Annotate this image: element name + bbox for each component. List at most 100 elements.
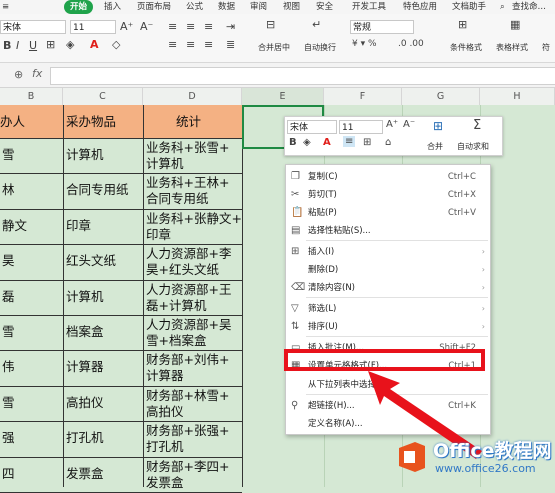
number-format-select[interactable]: 常规 xyxy=(350,20,414,34)
cell-stat-line1[interactable]: 人力资源部+李 xyxy=(146,246,242,262)
cell-handler[interactable]: 磊 xyxy=(2,289,60,305)
header-cell-item[interactable]: 采办物品 xyxy=(66,114,142,130)
tab-doc-assistant[interactable]: 文档助手 xyxy=(452,0,486,14)
tab-data[interactable]: 数据 xyxy=(218,0,235,14)
cell-item[interactable]: 合同专用纸 xyxy=(66,182,142,198)
cell-item[interactable]: 计算机 xyxy=(66,147,142,163)
column-header-d[interactable]: D xyxy=(143,88,242,105)
context-menu-item[interactable]: ⌫ 清除内容(N) › xyxy=(286,279,490,297)
tab-developer[interactable]: 开发工具 xyxy=(352,0,386,14)
fill-color-icon[interactable]: ◈ xyxy=(66,38,74,51)
context-menu-item[interactable]: ⊞ 插入(I) › xyxy=(286,243,490,261)
italic-icon[interactable]: I xyxy=(16,39,19,52)
cell-item[interactable]: 档案盒 xyxy=(66,324,142,340)
cell-handler[interactable]: 伟 xyxy=(2,359,60,375)
underline-icon[interactable]: U xyxy=(29,39,37,52)
tab-insert[interactable]: 插入 xyxy=(104,0,121,14)
search-command-label[interactable]: 查找命… xyxy=(512,0,546,14)
mini-font-name[interactable]: 宋体 xyxy=(287,120,337,134)
cell-stat-line2[interactable]: 昊+红头文纸 xyxy=(146,262,242,278)
indent-icon[interactable]: ⇥ xyxy=(226,20,235,33)
font-name-select[interactable]: 宋体 xyxy=(0,20,66,34)
cell-handler[interactable]: 雪 xyxy=(2,147,60,163)
table-style-icon[interactable]: ▦ xyxy=(510,18,520,31)
fx-label[interactable]: fx xyxy=(32,67,42,80)
cell-stat-line2[interactable]: 雪+档案盒 xyxy=(146,333,242,349)
header-cell-stat[interactable]: 统计 xyxy=(176,114,236,130)
mini-bold-icon[interactable]: B xyxy=(289,137,297,148)
tab-page-layout[interactable]: 页面布局 xyxy=(137,0,171,14)
cell-stat-line1[interactable]: 业务科+张雪+ xyxy=(146,140,242,156)
eraser-icon[interactable]: ◇ xyxy=(112,38,120,51)
merge-center-icon[interactable]: ⊟ xyxy=(266,18,275,31)
tab-special-apps[interactable]: 特色应用 xyxy=(403,0,437,14)
wrap-text-button[interactable]: 自动换行 xyxy=(304,42,336,53)
mini-grow-font-icon[interactable]: A⁺ xyxy=(386,119,398,130)
symbol-button[interactable]: 符 xyxy=(542,42,550,53)
wrap-text-icon[interactable]: ↵ xyxy=(312,18,321,31)
conditional-format-icon[interactable]: ⊞ xyxy=(458,18,467,31)
column-header-b[interactable]: B xyxy=(0,88,63,105)
cell-stat-line1[interactable]: 业务科+张静文+ xyxy=(146,211,242,227)
table-style-button[interactable]: 表格样式 xyxy=(496,42,528,53)
mini-font-color-icon[interactable]: A xyxy=(323,137,331,148)
column-header-c[interactable]: C xyxy=(63,88,143,105)
cell-handler[interactable]: 静文 xyxy=(2,218,60,234)
cell-stat-line1[interactable]: 财务部+张强+ xyxy=(146,423,242,439)
context-menu-item[interactable]: 📋 粘贴(P) Ctrl+V xyxy=(286,204,490,222)
mini-font-size[interactable]: 11 xyxy=(339,120,383,134)
shrink-font-icon[interactable]: A⁻ xyxy=(140,20,153,33)
header-cell-handler[interactable]: 办人 xyxy=(0,114,60,130)
tab-home[interactable]: 开始 xyxy=(64,0,94,14)
conditional-format-button[interactable]: 条件格式 xyxy=(450,42,482,53)
cell-stat-line2[interactable]: 印章 xyxy=(146,227,242,243)
column-header-f[interactable]: F xyxy=(324,88,402,105)
context-menu-item[interactable]: ❐ 复制(C) Ctrl+C xyxy=(286,168,490,186)
mini-merge-icon[interactable]: ⊞ xyxy=(433,119,443,133)
merge-center-button[interactable]: 合并居中 xyxy=(258,42,290,53)
mini-shrink-font-icon[interactable]: A⁻ xyxy=(403,119,415,130)
bold-icon[interactable]: B xyxy=(3,39,11,52)
context-menu-item[interactable]: ✂ 剪切(T) Ctrl+X xyxy=(286,186,490,204)
cell-handler[interactable]: 林 xyxy=(2,182,60,198)
autosum-icon[interactable]: Σ xyxy=(473,118,481,133)
mini-autosum-button[interactable]: 自动求和 xyxy=(457,141,489,152)
cell-item[interactable]: 红头文纸 xyxy=(66,253,142,269)
cell-handler[interactable]: 昊 xyxy=(2,253,60,269)
align-right-icon[interactable]: ≡ xyxy=(204,38,213,51)
align-bottom-icon[interactable]: ≡ xyxy=(204,20,213,33)
font-color-icon[interactable]: A xyxy=(90,38,99,51)
align-left-icon[interactable]: ≡ xyxy=(168,38,177,51)
tab-formulas[interactable]: 公式 xyxy=(186,0,203,14)
formula-input[interactable] xyxy=(50,67,555,85)
search-icon[interactable]: ⌕ xyxy=(500,0,505,14)
cell-stat-line1[interactable]: 财务部+李四+ xyxy=(146,459,242,475)
justify-icon[interactable]: ≣ xyxy=(226,38,235,51)
cell-stat-line1[interactable]: 人力资源部+吴 xyxy=(146,317,242,333)
grow-font-icon[interactable]: A⁺ xyxy=(120,20,133,33)
cell-item[interactable]: 打孔机 xyxy=(66,430,142,446)
column-header-h[interactable]: H xyxy=(480,88,555,105)
font-size-select[interactable]: 11 xyxy=(70,20,116,34)
cell-stat-line1[interactable]: 人力资源部+王 xyxy=(146,282,242,298)
cell-item[interactable]: 高拍仪 xyxy=(66,395,142,411)
zoom-icon[interactable]: ⊕ xyxy=(14,68,23,81)
cell-item[interactable]: 印章 xyxy=(66,218,142,234)
cell-stat-line2[interactable]: 磊+计算机 xyxy=(146,298,242,314)
mini-border-icon[interactable]: ⊞ xyxy=(363,137,371,148)
tab-security[interactable]: 安全 xyxy=(316,0,333,14)
cell-stat-line1[interactable]: 业务科+王林+ xyxy=(146,175,242,191)
cell-stat-line2[interactable]: 合同专用纸 xyxy=(146,191,242,207)
column-header-e[interactable]: E xyxy=(242,88,324,105)
cell-handler[interactable]: 强 xyxy=(2,430,60,446)
decimal-icon[interactable]: .0 .00 xyxy=(398,39,424,49)
cell-handler[interactable]: 雪 xyxy=(2,395,60,411)
cell-handler[interactable]: 四 xyxy=(2,466,60,482)
tab-file-menu[interactable]: ≡ xyxy=(2,0,9,14)
border-icon[interactable]: ⊞ xyxy=(46,38,55,51)
cell-stat-line2[interactable]: 发票盒 xyxy=(146,475,242,491)
context-menu-item[interactable]: ⇅ 排序(U) › xyxy=(286,318,490,336)
cell-stat-line1[interactable]: 财务部+林雪+ xyxy=(146,388,242,404)
align-middle-icon[interactable]: ≡ xyxy=(186,20,195,33)
cell-stat-line2[interactable]: 计算机 xyxy=(146,156,242,172)
